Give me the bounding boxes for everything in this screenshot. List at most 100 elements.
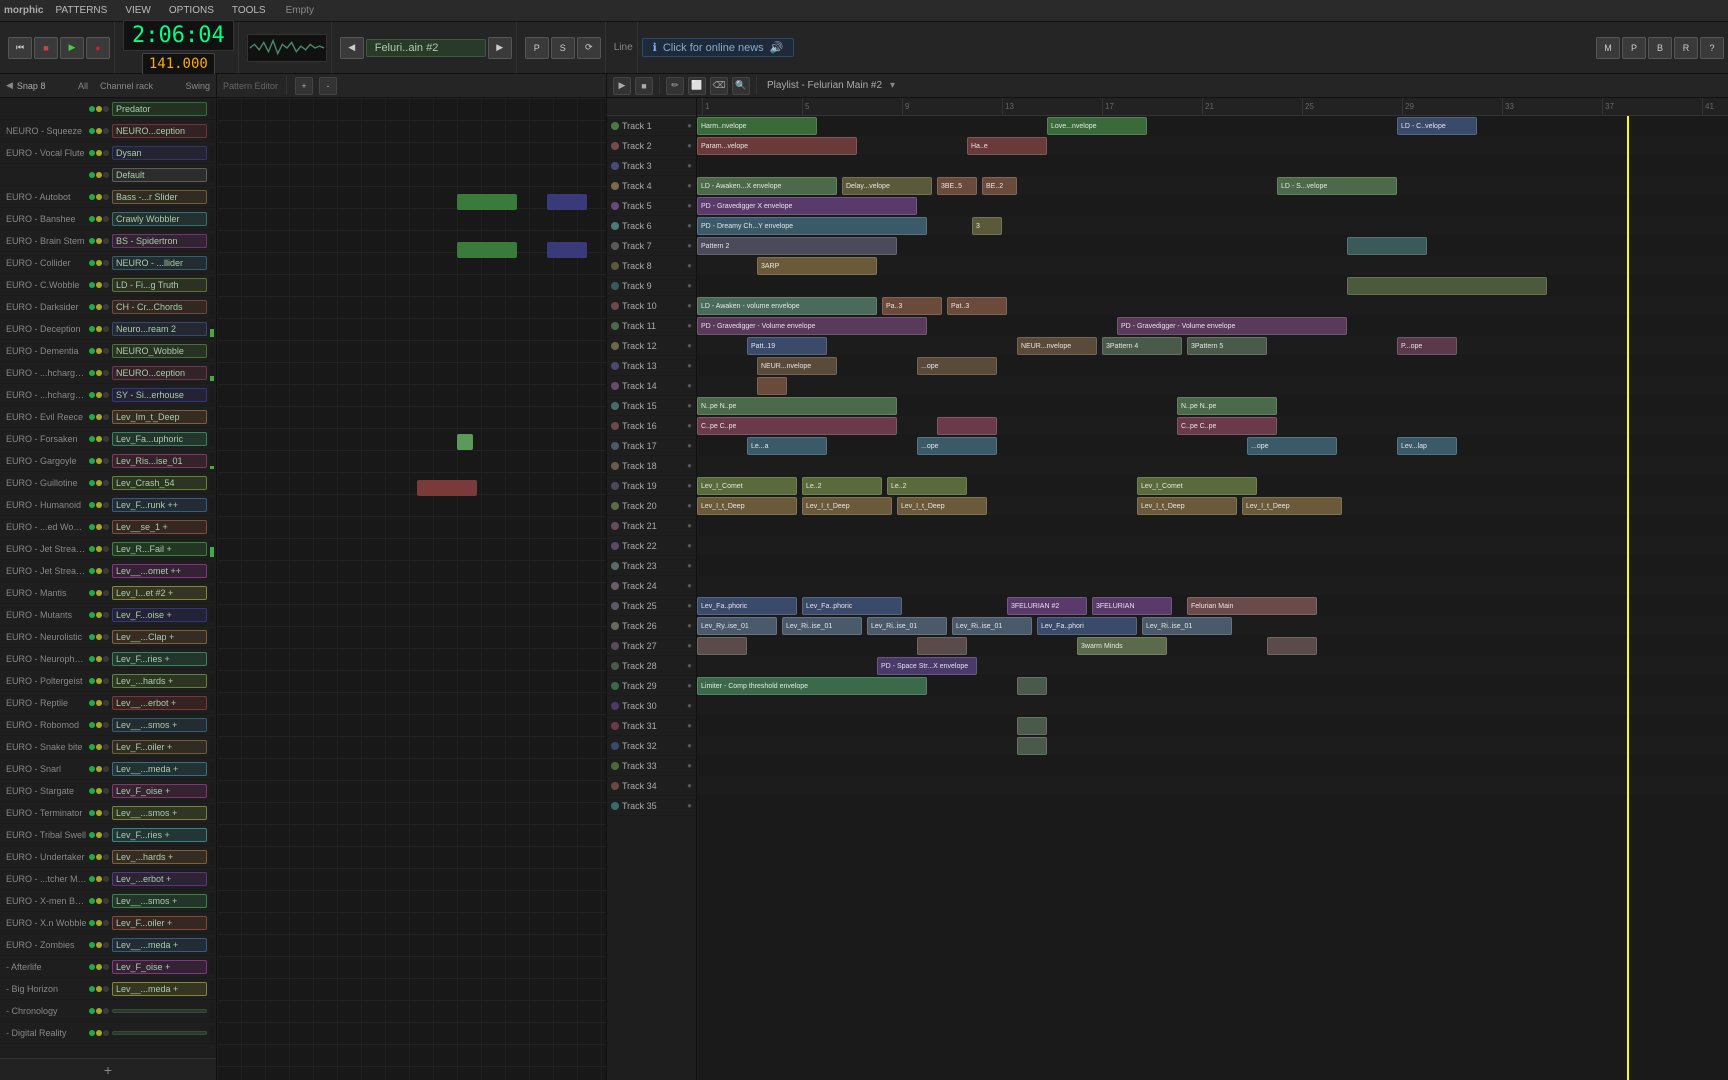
track-label[interactable]: Track 9● — [607, 276, 696, 296]
track-row[interactable] — [697, 756, 1728, 776]
track-label[interactable]: Track 28● — [607, 656, 696, 676]
pattern-block[interactable] — [457, 194, 517, 210]
track-row[interactable]: N..pe N..peN..pe N..pe — [697, 396, 1728, 416]
stop-button[interactable]: ■ — [34, 37, 58, 59]
playlist-erase-icon[interactable]: ⌫ — [710, 77, 728, 95]
playlist-block[interactable]: PD - Dreamy Ch...Y envelope — [697, 217, 927, 235]
playlist-block[interactable]: 3Pattern 5 — [1187, 337, 1267, 355]
track-label[interactable]: Track 4● — [607, 176, 696, 196]
track-row[interactable]: PD - Dreamy Ch...Y envelope3 — [697, 216, 1728, 236]
channel-right-name[interactable]: Lev_F_oise + — [112, 960, 207, 974]
channel-row[interactable]: NEURO - SqueezeNEURO...ception — [0, 120, 216, 142]
playlist-block[interactable]: NEUR...nvelope — [1017, 337, 1097, 355]
playlist-block[interactable]: LD - S...velope — [1277, 177, 1397, 195]
channel-row[interactable]: EURO - X.n WobbleLev_F...oiler + — [0, 912, 216, 934]
channel-row[interactable]: EURO - Brain StemBS - Spidertron — [0, 230, 216, 252]
track-label[interactable]: Track 29● — [607, 676, 696, 696]
channel-row[interactable]: EURO - Jet Stream 1Lev_R...Fail + — [0, 538, 216, 560]
channel-right-name[interactable]: Lev__...smos + — [112, 894, 207, 908]
track-label[interactable]: Track 13● — [607, 356, 696, 376]
track-label[interactable]: Track 12● — [607, 336, 696, 356]
channel-right-name[interactable]: Lev__...smos + — [112, 806, 207, 820]
track-label[interactable]: Track 27● — [607, 636, 696, 656]
track-label[interactable]: Track 26● — [607, 616, 696, 636]
track-row[interactable]: PD - Gravedigger X envelope — [697, 196, 1728, 216]
channel-right-name[interactable]: Lev_...hards + — [112, 850, 207, 864]
playlist-block[interactable]: PD - Space Str...X envelope — [877, 657, 977, 675]
channel-row[interactable]: EURO - Snake biteLev_F...oiler + — [0, 736, 216, 758]
playlist-block[interactable] — [1017, 677, 1047, 695]
playlist-block[interactable]: LD - C..velope — [1397, 117, 1477, 135]
playlist-block[interactable]: Param...velope — [697, 137, 857, 155]
track-label[interactable]: Track 24● — [607, 576, 696, 596]
channel-row[interactable]: EURO - PoltergeistLev_...hards + — [0, 670, 216, 692]
track-label[interactable]: Track 8● — [607, 256, 696, 276]
track-label[interactable]: Track 6● — [607, 216, 696, 236]
channel-right-name[interactable]: NEURO...ception — [112, 366, 207, 380]
pattern-zoom-in[interactable]: + — [295, 77, 313, 95]
channel-row[interactable]: EURO - ...ed WobbleLev__se_1 + — [0, 516, 216, 538]
playlist-block[interactable]: BE..2 — [982, 177, 1017, 195]
channel-row[interactable]: EURO - DeceptionNeuro...ream 2 — [0, 318, 216, 340]
channel-row[interactable]: EURO - MantisLev_I...et #2 + — [0, 582, 216, 604]
channel-row[interactable]: Predator — [0, 98, 216, 120]
track-row[interactable]: 3ARP — [697, 256, 1728, 276]
playlist-block[interactable]: Lev_I_t_Deep — [802, 497, 892, 515]
channel-right-name[interactable]: LD - Fi...g Truth — [112, 278, 207, 292]
track-row[interactable]: LD - Awaken - volume envelopePa..3Pat..3 — [697, 296, 1728, 316]
track-label[interactable]: Track 30● — [607, 696, 696, 716]
channel-right-name[interactable]: Default — [112, 168, 207, 182]
play-button[interactable]: ▶ — [60, 37, 84, 59]
track-row[interactable] — [697, 736, 1728, 756]
channel-row[interactable]: EURO - RobomodLev__...smos + — [0, 714, 216, 736]
channel-right-name[interactable]: BS - Spidertron — [112, 234, 207, 248]
track-label[interactable]: Track 14● — [607, 376, 696, 396]
track-label[interactable]: Track 2● — [607, 136, 696, 156]
track-row[interactable] — [697, 456, 1728, 476]
track-label[interactable]: Track 10● — [607, 296, 696, 316]
playlist-block[interactable]: PD - Gravedigger - Volume envelope — [1117, 317, 1347, 335]
track-row[interactable] — [697, 796, 1728, 816]
playlist-block[interactable]: Lev_Fa..phori — [1037, 617, 1137, 635]
channel-row[interactable]: EURO - SnarlLev__...meda + — [0, 758, 216, 780]
channel-row[interactable]: EURO - ReptileLev__...erbot + — [0, 692, 216, 714]
track-label[interactable]: Track 15● — [607, 396, 696, 416]
playlist-block[interactable]: PD - Gravedigger X envelope — [697, 197, 917, 215]
track-row[interactable]: NEUR...nvelope...ope — [697, 356, 1728, 376]
timeline-area[interactable]: 1591317212529333741454953576165697377 Ha… — [697, 98, 1728, 1080]
playlist-block[interactable]: C..pe C..pe — [1177, 417, 1277, 435]
channel-right-name[interactable]: Lev_Fa...uphoric — [112, 432, 207, 446]
playlist-block[interactable]: Lev_I_t_Deep — [897, 497, 987, 515]
pattern-mode-button[interactable]: P — [525, 37, 549, 59]
pattern-next-button[interactable]: ▶ — [488, 37, 512, 59]
channel-row[interactable]: EURO - GuillotineLev_Crash_54 — [0, 472, 216, 494]
playlist-block[interactable]: ...ope — [917, 437, 997, 455]
channel-row[interactable]: EURO - X-men BassLev__...smos + — [0, 890, 216, 912]
playlist-block[interactable]: 3ARP — [757, 257, 877, 275]
channel-right-name[interactable]: NEURO...ception — [112, 124, 207, 138]
playlist-block[interactable]: ...ope — [1247, 437, 1337, 455]
channel-row[interactable]: - Chronology — [0, 1000, 216, 1022]
track-label[interactable]: Track 23● — [607, 556, 696, 576]
track-row[interactable]: C..pe C..peC..pe C..pe — [697, 416, 1728, 436]
channel-row[interactable]: EURO - ColliderNEURO - ...llider — [0, 252, 216, 274]
channel-right-name[interactable]: Lev_F...oiler + — [112, 740, 207, 754]
track-row[interactable]: Lev_Fa..phoricLev_Fa..phoric3FELURIAN #2… — [697, 596, 1728, 616]
playlist-block[interactable]: Felurian Main — [1187, 597, 1317, 615]
playlist-block[interactable]: Love...nvelope — [1047, 117, 1147, 135]
menu-patterns[interactable]: PATTERNS — [51, 3, 111, 18]
pattern-block[interactable] — [547, 194, 587, 210]
rec-button[interactable]: ● — [86, 37, 110, 59]
channel-row[interactable]: EURO - Tribal SwellLev_F...ries + — [0, 824, 216, 846]
channel-row[interactable]: EURO - HumanoidLev_F...runk ++ — [0, 494, 216, 516]
menu-options[interactable]: OPTIONS — [165, 3, 218, 18]
track-label[interactable]: Track 11● — [607, 316, 696, 336]
pattern-block[interactable] — [547, 242, 587, 258]
track-row[interactable] — [697, 156, 1728, 176]
channel-row[interactable]: EURO - ForsakenLev_Fa...uphoric — [0, 428, 216, 450]
menu-tools[interactable]: TOOLS — [228, 3, 270, 18]
track-label[interactable]: Track 16● — [607, 416, 696, 436]
playlist-block[interactable]: 3FELURIAN — [1092, 597, 1172, 615]
channel-right-name[interactable]: Lev_F...oiler + — [112, 916, 207, 930]
channel-row[interactable]: EURO - StargateLev_F_oise + — [0, 780, 216, 802]
